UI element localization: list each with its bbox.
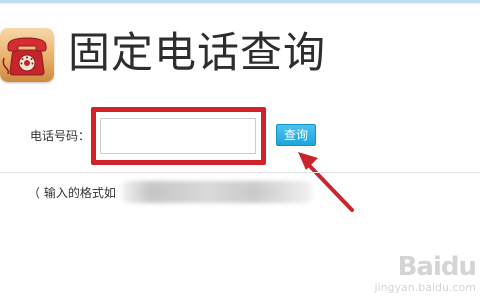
divider bbox=[0, 172, 480, 173]
blurred-example-text bbox=[122, 181, 312, 203]
top-border-inner bbox=[0, 3, 480, 4]
watermark-brand: Baidu bbox=[397, 252, 477, 282]
phone-number-input[interactable] bbox=[100, 118, 256, 154]
page: 固定电话查询 电话号码： 查询 （ 输入的格式如 Baidu jingyan.b… bbox=[0, 0, 480, 300]
watermark: Baidu jingyan.baidu.com bbox=[374, 252, 477, 294]
watermark-domain: jingyan.baidu.com bbox=[374, 281, 476, 294]
page-title: 固定电话查询 bbox=[68, 28, 327, 77]
telephone-icon bbox=[0, 28, 54, 82]
arrow-icon bbox=[298, 152, 354, 212]
phone-number-label: 电话号码： bbox=[30, 129, 91, 143]
format-hint: （ 输入的格式如 bbox=[28, 186, 116, 200]
query-button[interactable]: 查询 bbox=[276, 124, 316, 146]
